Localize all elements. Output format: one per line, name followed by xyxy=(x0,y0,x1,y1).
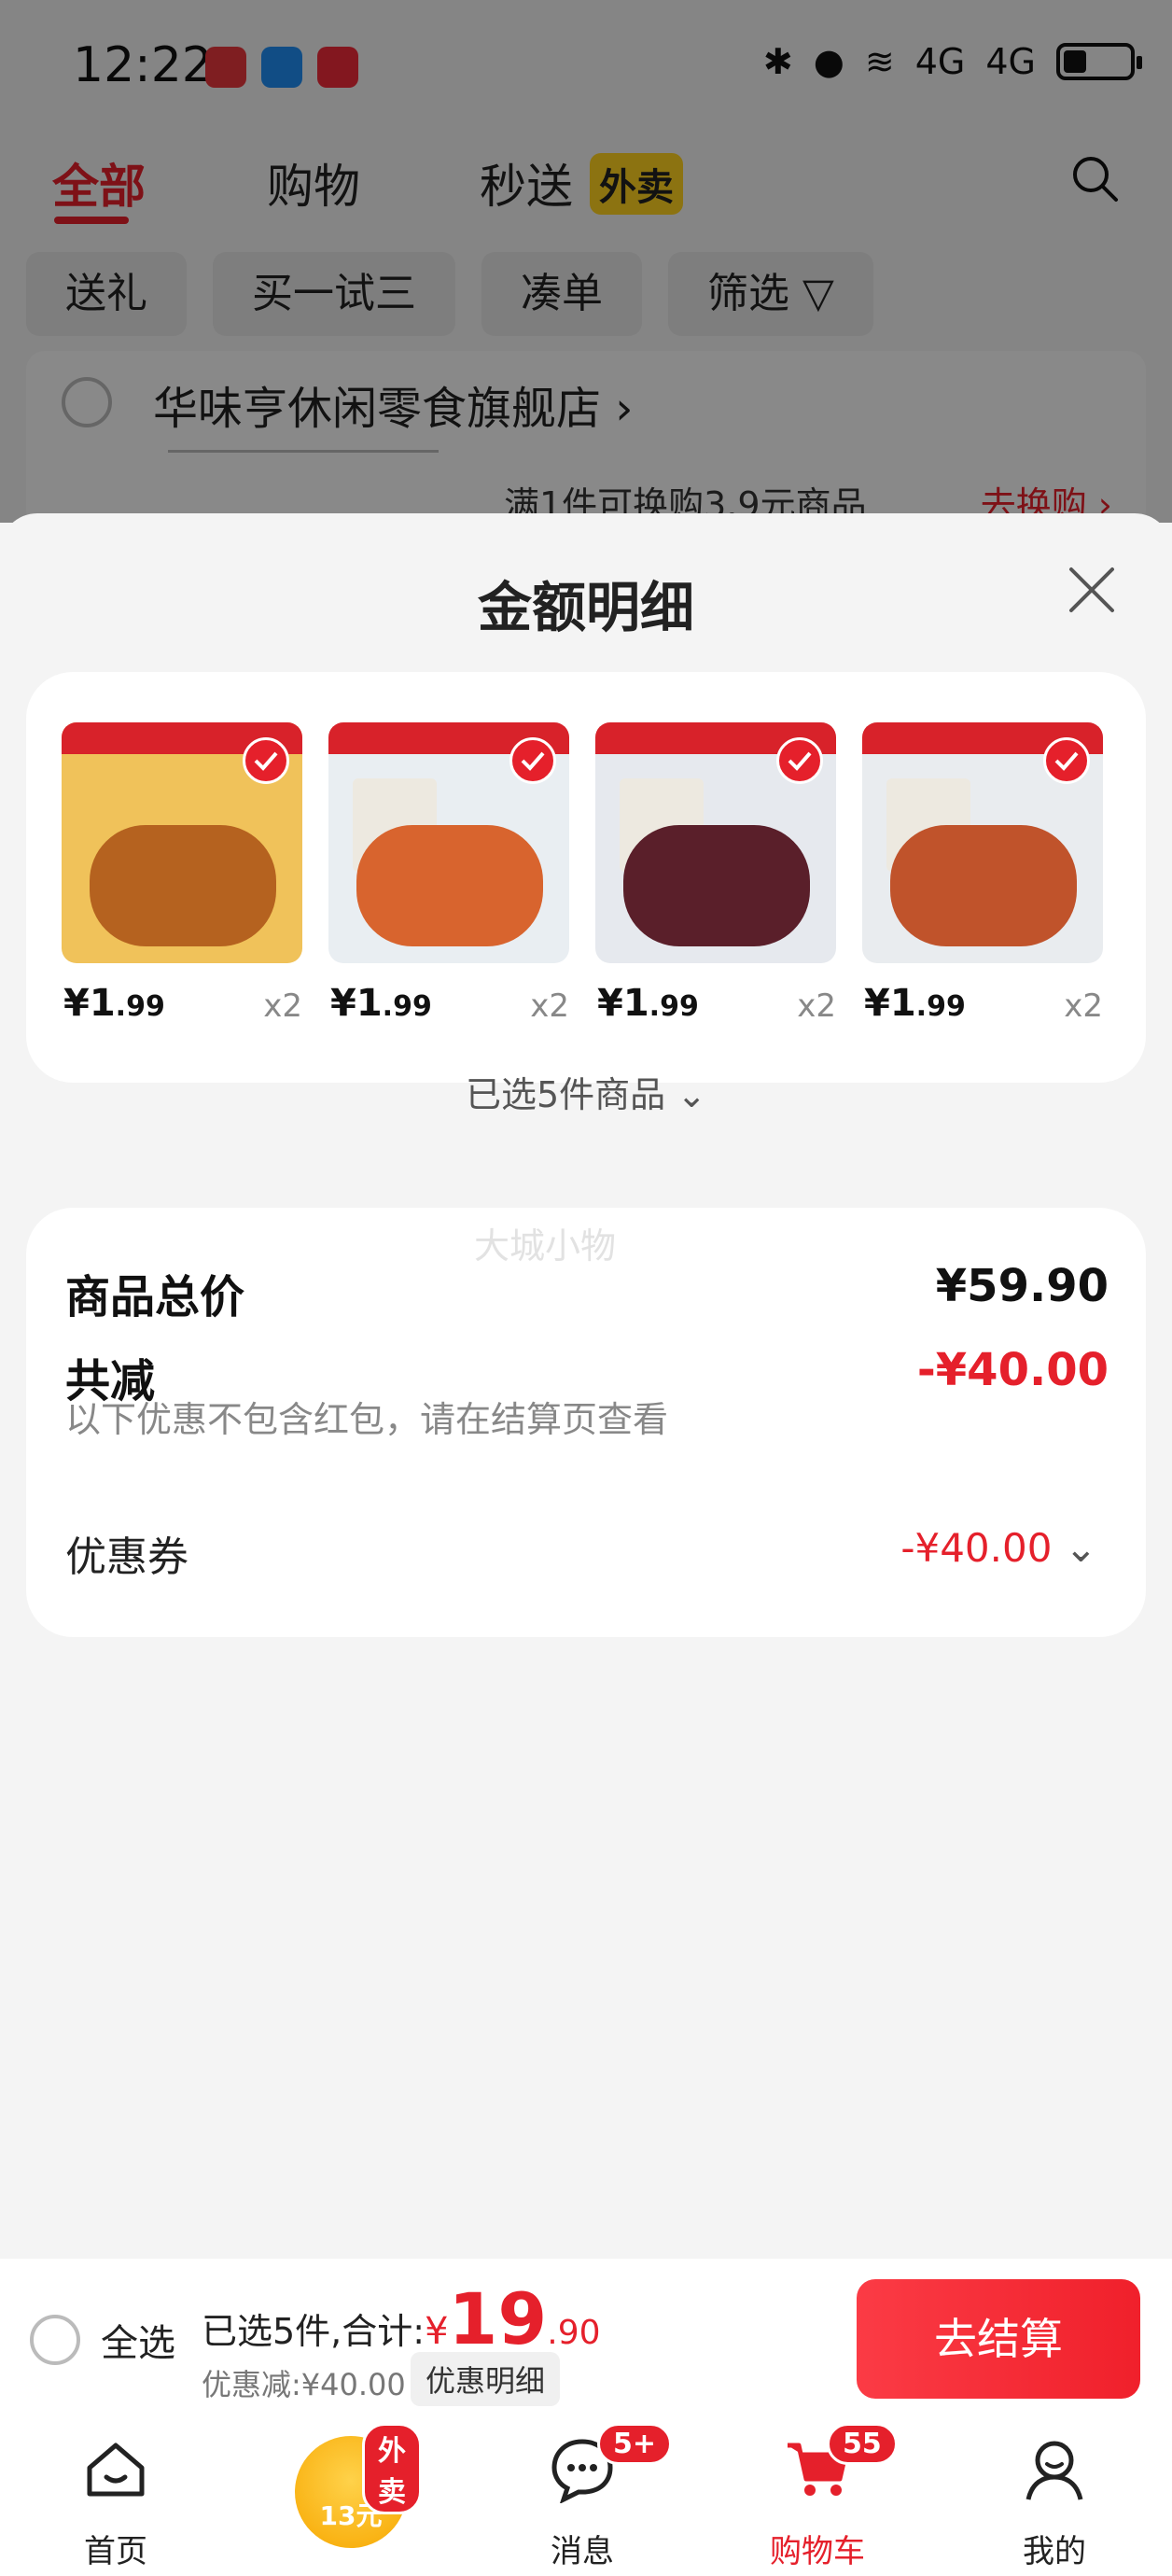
item-qty: x2 xyxy=(263,987,302,1025)
nav-home-label: 首页 xyxy=(84,2533,147,2570)
product-food xyxy=(890,825,1077,946)
cart-badge: 55 xyxy=(827,2423,898,2465)
coupon-label: 优惠券 xyxy=(65,1533,188,1581)
item-qty: x2 xyxy=(530,987,569,1025)
nav-waimai[interactable]: 13元 外卖 xyxy=(295,2423,422,2548)
product-item[interactable]: ¥1.99 x2 xyxy=(62,722,302,1038)
product-item[interactable]: ¥1.99 x2 xyxy=(595,722,836,1038)
product-image xyxy=(328,722,569,963)
bottom-nav: 首页 5+ 消息 55 购物车 我的 xyxy=(0,2417,1172,2576)
price-int: ¥1 xyxy=(864,982,916,1025)
selected-items-toggle[interactable]: 已选5件商品 ⌄ xyxy=(26,1066,1146,1117)
selected-items-text: 已选5件商品 xyxy=(465,1074,666,1115)
chevron-down-icon: ⌄ xyxy=(677,1074,707,1115)
checked-icon[interactable] xyxy=(1043,737,1090,784)
product-image xyxy=(595,722,836,963)
product-item[interactable]: ¥1.99 x2 xyxy=(862,722,1103,1038)
total-price-label: 商品总价 xyxy=(65,1271,245,1323)
coupon-value[interactable]: -¥40.00 ⌄ xyxy=(900,1525,1097,1571)
chevron-down-icon: ⌄ xyxy=(1052,1525,1097,1571)
total-price-value: ¥59.90 xyxy=(935,1260,1109,1312)
watermark-text: 大城小物 xyxy=(474,1225,617,1267)
coupon-amount: -¥40.00 xyxy=(900,1525,1053,1571)
dim-overlay[interactable] xyxy=(0,0,1172,523)
item-price: ¥1.99 xyxy=(330,982,432,1025)
total-summary: 已选5件,合计:¥19.90 xyxy=(202,2277,601,2360)
price-int: ¥1 xyxy=(330,982,383,1025)
select-all-radio[interactable] xyxy=(30,2315,80,2365)
sheet-title: 金额明细 xyxy=(477,576,694,639)
nav-mine-label: 我的 xyxy=(1023,2533,1086,2570)
product-food xyxy=(356,825,543,946)
item-qty: x2 xyxy=(1064,987,1103,1025)
price-int: ¥1 xyxy=(63,982,116,1025)
product-item[interactable]: ¥1.99 x2 xyxy=(328,722,569,1038)
item-price: ¥1.99 xyxy=(864,982,966,1025)
user-icon xyxy=(1026,2441,1083,2500)
price-summary-card: 大城小物 商品总价 ¥59.90 共减 -¥40.00 以下优惠不包含红包，请在… xyxy=(26,1208,1146,1637)
discount-text: 优惠减:¥40.00 xyxy=(202,2367,406,2402)
checkout-bar: 全选 已选5件,合计:¥19.90 优惠减:¥40.00 优惠明细 去结算 xyxy=(0,2259,1172,2417)
reduce-value: -¥40.00 xyxy=(916,1344,1109,1396)
checkout-button[interactable]: 去结算 xyxy=(857,2279,1140,2399)
price-dec: .99 xyxy=(915,990,966,1023)
close-icon[interactable] xyxy=(1064,562,1120,618)
reduce-note: 以下优惠不包含红包，请在结算页查看 xyxy=(65,1399,669,1440)
nav-cart-label: 购物车 xyxy=(770,2533,865,2570)
product-image xyxy=(62,722,302,963)
selected-items-card: ¥1.99 x2 ¥1.99 x2 ¥1.99 x2 ¥1.99 x2 已选5件… xyxy=(26,672,1146,1115)
waimai-badge: 外卖 xyxy=(362,2423,422,2514)
product-image xyxy=(862,722,1103,963)
discount-detail-button[interactable]: 优惠明细 xyxy=(411,2352,561,2406)
select-all-label[interactable]: 全选 xyxy=(101,2313,175,2367)
product-food xyxy=(90,825,276,946)
total-dec: .90 xyxy=(547,2314,601,2352)
total-int: 19 xyxy=(448,2277,548,2360)
checked-icon[interactable] xyxy=(776,737,823,784)
checked-icon[interactable] xyxy=(509,737,556,784)
product-food xyxy=(623,825,810,946)
checked-icon[interactable] xyxy=(243,737,289,784)
item-price: ¥1.99 xyxy=(597,982,699,1025)
selected-count: 已选5件,合计: xyxy=(202,2311,426,2352)
price-int: ¥1 xyxy=(597,982,649,1025)
item-price: ¥1.99 xyxy=(63,982,165,1025)
nav-messages-label: 消息 xyxy=(551,2533,614,2570)
item-qty: x2 xyxy=(797,987,836,1025)
price-dec: .99 xyxy=(382,990,432,1023)
total-yen: ¥ xyxy=(425,2310,449,2353)
home-icon xyxy=(87,2443,145,2497)
messages-badge: 5+ xyxy=(597,2423,673,2465)
price-dec: .99 xyxy=(649,990,699,1023)
price-dec: .99 xyxy=(115,990,165,1023)
